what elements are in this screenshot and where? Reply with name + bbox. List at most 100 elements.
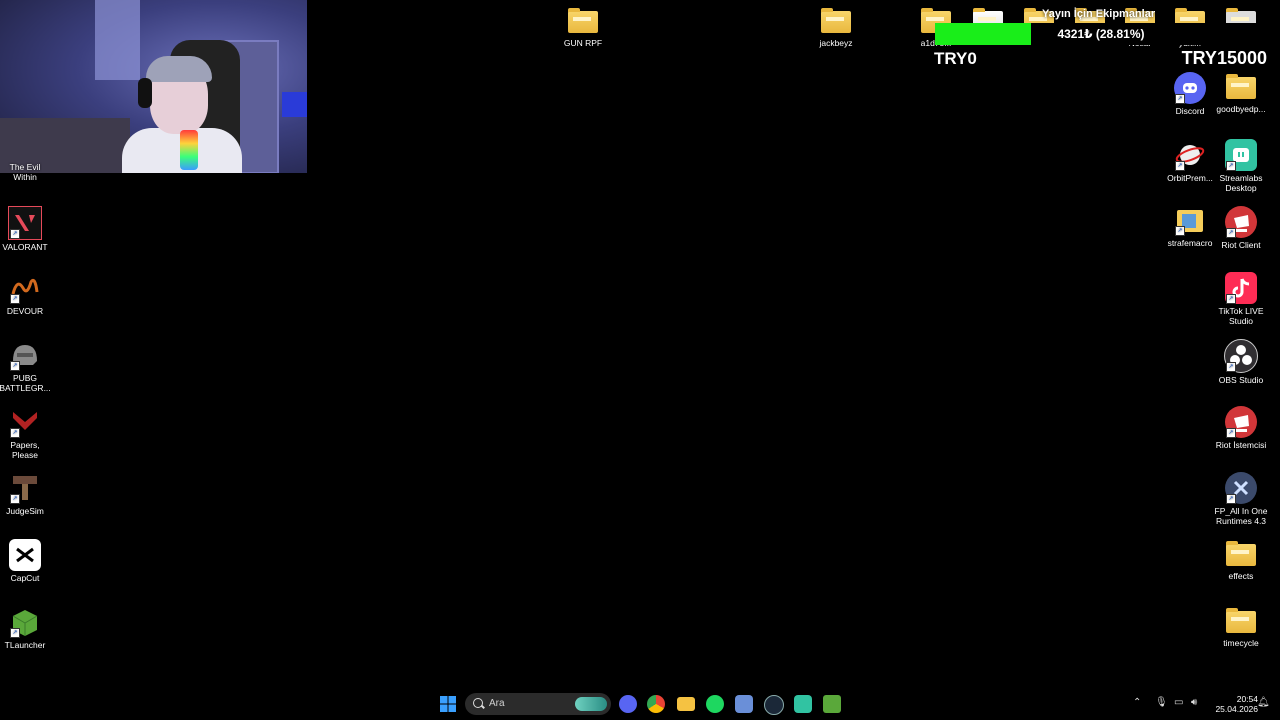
icon-label: CapCut [10,573,40,583]
folder-icon [1226,74,1256,99]
shortcut-arrow-icon: ↗ [10,428,20,438]
webcam-window [95,0,140,80]
taskbar-clock[interactable]: 20:54 25.04.2026 [1215,694,1258,714]
shortcut-arrow-icon: ↗ [1226,362,1236,372]
desktop-icon-discord[interactable]: ↗ Discord [1162,72,1218,116]
shortcut-arrow-icon: ↗ [1226,494,1236,504]
webcam-microphone [180,130,198,170]
taskbar-file-explorer[interactable] [677,697,695,711]
icon-label: PUBG BATTLEGR... [0,373,51,393]
icon-label: Riot Client [1221,240,1261,250]
capcut-icon [9,539,41,571]
icon-label: goodbyedp... [1216,104,1266,114]
shortcut-arrow-icon: ↗ [10,294,20,304]
desktop-icon-tlauncher[interactable]: ↗ TLauncher [0,606,53,650]
icon-label: Papers, Please [10,440,40,460]
shortcut-arrow-icon: ↗ [1175,161,1185,171]
windows-start-icon [440,696,456,712]
taskbar-minecraft[interactable] [823,695,841,713]
desktop-icon-papers-please[interactable]: ↗ Papers, Please [0,406,53,460]
desktop-icon-riot-client[interactable]: ↗ Riot Client [1213,206,1269,250]
icon-label: Streamlabs Desktop [1219,173,1263,193]
taskbar-app[interactable] [735,695,753,713]
microphone-icon[interactable]: 🎙︎ [1155,697,1168,708]
shortcut-arrow-icon: ↗ [1175,94,1185,104]
taskbar [0,688,1280,720]
desktop-folder-effects[interactable]: effects [1213,539,1269,581]
shortcut-arrow-icon: ↗ [1226,294,1236,304]
icon-label: effects [1228,571,1254,581]
tlauncher-icon: ↗ [9,606,41,638]
icon-label: JudgeSim [6,506,44,516]
obs-icon: ↗ [1224,339,1258,373]
desktop-folder-gun-rpf[interactable]: GUN RPF [555,6,611,48]
folder-icon [1226,541,1256,566]
folder-icon: ↗ [1174,204,1206,236]
icon-label: timecycle [1223,638,1259,648]
notification-bell-icon[interactable]: 🔔︎ [1257,697,1270,708]
desktop-icon-riot-istemcisi[interactable]: ↗ Riot İstemcisi [1213,406,1269,450]
discord-icon: ↗ [1174,72,1206,104]
desktop-icon-devour[interactable]: ↗ DEVOUR [0,272,53,316]
desktop-folder-jackbeyz[interactable]: jackbeyz [808,6,864,48]
shortcut-arrow-icon: ↗ [10,361,20,371]
desktop-icon-judgesim[interactable]: ↗ JudgeSim [0,472,53,516]
taskbar-discord[interactable] [619,695,637,713]
donation-goal-start: TRY0 [934,49,977,68]
folder-icon [821,8,851,33]
donation-progress-bar: 4321₺ (28.81%) [935,23,1267,45]
taskbar-steam[interactable] [764,695,784,715]
runtimes-icon: ↗ [1225,472,1257,504]
icon-label: Discord [1175,106,1205,116]
orbit-icon: ↗ [1174,139,1206,171]
icon-label: OBS Studio [1218,375,1264,385]
desktop-icon-streamlabs[interactable]: ↗ Streamlabs Desktop [1213,139,1269,193]
search-placeholder: Ara [489,698,505,709]
desktop-folder-timecycle[interactable]: timecycle [1213,606,1269,648]
desktop-icon-tiktok-live-studio[interactable]: ↗ TikTok LIVE Studio [1213,272,1269,326]
icon-label: OrbitPrem... [1167,173,1213,183]
icon-label: strafemacro [1167,238,1213,248]
icon-label: The Evil Within [9,162,41,182]
taskbar-search[interactable]: Ara [465,693,611,715]
network-icon[interactable]: ▭ [1174,697,1183,708]
desktop-icon-pubg[interactable]: ↗ PUBG BATTLEGR... [0,339,53,393]
shortcut-arrow-icon: ↗ [10,229,20,239]
icon-label: VALORANT [2,242,48,252]
shortcut-arrow-icon: ↗ [10,628,20,638]
folder-icon [1226,608,1256,633]
webcam-monitor [282,92,307,117]
pubg-icon: ↗ [9,339,41,371]
icon-label: jackbeyz [819,38,853,48]
tray-chevron-up-icon[interactable]: ⌃ [1133,697,1141,708]
search-highlight-art [575,697,607,711]
riot-client-icon: ↗ [1225,406,1257,438]
desktop-icon-fp-runtimes[interactable]: ↗ FP_All In One Runtimes 4.3 [1213,472,1269,526]
desktop-icon-obs-studio[interactable]: ↗ OBS Studio [1213,339,1269,385]
desktop-icon-the-evil-within[interactable]: The Evil Within [0,162,50,182]
icon-label: TLauncher [4,640,46,650]
donation-goal-end: TRY15000 [1181,48,1267,68]
judgesim-icon: ↗ [9,472,41,504]
desktop-icon-capcut[interactable]: CapCut [0,539,53,583]
volume-icon[interactable]: 🔊︎ [1191,697,1197,708]
taskbar-streamlabs[interactable] [794,695,812,713]
riot-client-icon: ↗ [1225,206,1257,238]
webcam-cap [146,56,212,82]
icon-label: GUN RPF [563,38,603,48]
desktop-folder-strafemacro[interactable]: ↗ strafemacro [1162,204,1218,248]
icon-label: FP_All In One Runtimes 4.3 [1214,506,1268,526]
taskbar-chrome[interactable] [647,695,665,713]
taskbar-spotify[interactable] [706,695,724,713]
donation-amount: 4321₺ (28.81%) [1057,27,1145,41]
valorant-icon: ↗ [8,206,42,240]
icon-label: DEVOUR [6,306,44,316]
desktop-icon-valorant[interactable]: ↗ VALORANT [0,206,53,252]
shortcut-arrow-icon: ↗ [1226,161,1236,171]
desktop-folder-goodbyedp[interactable]: goodbyedp... [1213,72,1269,114]
papers-please-icon: ↗ [9,406,41,438]
start-button[interactable] [440,696,456,712]
clock-time: 20:54 [1236,694,1258,704]
desktop-icon-orbitprem[interactable]: ↗ OrbitPrem... [1162,139,1218,183]
shortcut-arrow-icon: ↗ [1226,428,1236,438]
